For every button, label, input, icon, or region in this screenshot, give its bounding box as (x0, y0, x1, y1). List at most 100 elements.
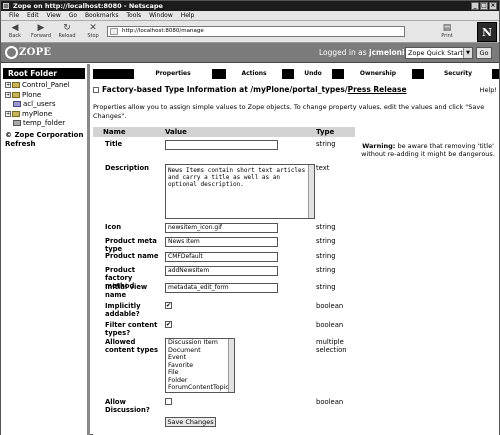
prop-label: Product name (105, 252, 159, 260)
initial-view-input[interactable]: metadata_edit_form (165, 283, 278, 293)
tab-actions[interactable]: Actions (225, 69, 283, 79)
reload-button[interactable]: ↻ Reload (57, 23, 77, 39)
help-link[interactable]: Help! (480, 84, 497, 96)
prop-type: multiple selection (316, 338, 347, 354)
list-item[interactable]: File (168, 369, 234, 377)
forward-button[interactable]: ▶ Forward (31, 23, 51, 39)
tab-properties[interactable]: Properties (133, 69, 213, 79)
prop-label: Allow Discussion? (105, 398, 150, 414)
type-info-icon (93, 87, 99, 93)
list-item[interactable]: Event (168, 354, 234, 362)
prop-type: string (316, 283, 336, 291)
list-item[interactable]: Discussion Item (168, 339, 234, 347)
copyright-icon: © (5, 130, 12, 139)
list-item[interactable]: ForumContentTopic (168, 384, 234, 392)
press-release-link[interactable]: Press Release (348, 85, 407, 94)
menu-edit[interactable]: Edit (27, 12, 39, 19)
close-icon[interactable]: × (489, 2, 497, 10)
expand-icon[interactable]: + (5, 82, 11, 88)
go-button[interactable]: Go (476, 47, 492, 59)
app-icon (3, 3, 9, 9)
title-warning: Warning: be aware that removing 'title' … (361, 142, 495, 158)
back-arrow-icon: ◀ (11, 23, 19, 33)
prop-label: Product meta type (105, 237, 157, 253)
tab-ownership[interactable]: Ownership (343, 69, 413, 79)
netscape-logo: N (477, 22, 497, 42)
prop-type: string (316, 252, 336, 260)
menu-bar: File Edit View Go Bookmarks Tools Window… (1, 11, 499, 21)
prop-type: boolean (316, 302, 344, 310)
print-button[interactable]: ▤ Print (437, 23, 457, 39)
username: jcmeloni (369, 48, 405, 57)
stop-icon: ✕ (89, 23, 97, 33)
description-textarea[interactable]: News Items contain short text articles a… (165, 164, 315, 219)
quick-start-select[interactable]: Zope Quick Start ▼ (405, 47, 473, 59)
folder-icon (12, 82, 20, 88)
list-item[interactable]: Document (168, 347, 234, 355)
menu-help[interactable]: Help (181, 12, 195, 19)
page-icon (110, 28, 118, 35)
filter-content-types-checkbox[interactable]: ✔ (165, 321, 172, 328)
navigation-tree: Root Folder + Control_Panel + Plone acl_us… (1, 64, 90, 435)
maximize-icon[interactable]: □ (480, 2, 488, 10)
implicitly-addable-checkbox[interactable]: ✔ (165, 302, 172, 309)
expand-icon[interactable]: + (5, 110, 11, 117)
printer-icon: ▤ (442, 23, 452, 33)
prop-label: Allowed content types (105, 338, 159, 354)
menu-file[interactable]: File (9, 12, 19, 19)
prop-type: string (316, 266, 336, 274)
folder-icon (12, 91, 20, 98)
tree-item-acl-users[interactable]: acl_users (5, 100, 87, 110)
prop-type: boolean (316, 321, 344, 329)
icon-input[interactable]: newsitem_icon.gif (165, 223, 278, 233)
scrollbar[interactable] (228, 339, 234, 392)
temp-folder-icon (13, 120, 21, 126)
zope-ring-icon (5, 46, 18, 59)
tree-item-temp-folder[interactable]: temp_folder (5, 119, 87, 129)
allow-discussion-checkbox[interactable] (165, 398, 172, 405)
url-input[interactable]: http://localhost:8080/manage (107, 26, 405, 37)
tab-security[interactable]: Security (423, 69, 493, 79)
tab-undo[interactable]: Undo (293, 69, 333, 79)
tree-item-plone[interactable]: + Plone (5, 91, 87, 101)
menu-window[interactable]: Window (149, 12, 173, 19)
title-input[interactable] (165, 140, 278, 150)
stop-button[interactable]: ✕ Stop (83, 23, 103, 39)
list-item[interactable]: Folder (168, 377, 234, 385)
url-text: http://localhost:8080/manage (122, 28, 204, 34)
product-meta-type-input[interactable]: News Item (165, 237, 278, 247)
main-content: Properties Actions Undo Ownership Securi… (93, 64, 499, 435)
browser-toolbar: ◀ Back ▶ Forward ↻ Reload ✕ Stop http://loca… (1, 21, 499, 43)
tree-item-myplone[interactable]: + myPlone (5, 110, 87, 120)
allowed-content-types-select[interactable]: Discussion Item Document Event Favorite … (165, 338, 235, 393)
back-button[interactable]: ◀ Back (5, 23, 25, 39)
prop-type: text (316, 164, 330, 172)
list-item[interactable]: Favorite (168, 362, 234, 370)
scrollbar[interactable] (308, 165, 314, 218)
factory-method-input[interactable]: addNewsItem (165, 266, 278, 276)
menu-view[interactable]: View (47, 12, 61, 19)
tree-item-control-panel[interactable]: + Control_Panel (5, 81, 87, 91)
expand-icon[interactable]: + (5, 91, 11, 98)
zmi-header: ZOPE Logged in as jcmeloni Zope Quick St… (1, 43, 499, 63)
window-titlebar: Zope on http://localhost:8080 - Netscape… (1, 1, 499, 11)
folder-icon (12, 110, 20, 117)
menu-bookmarks[interactable]: Bookmarks (85, 12, 119, 19)
save-changes-button[interactable]: Save Changes (165, 417, 216, 427)
product-name-input[interactable]: CMFDefault (165, 252, 278, 262)
chevron-down-icon: ▼ (463, 48, 472, 58)
prop-type: boolean (316, 398, 344, 406)
root-folder-link[interactable]: Root Folder (3, 68, 85, 79)
reload-icon: ↻ (63, 23, 71, 33)
minimize-icon[interactable]: _ (471, 2, 479, 10)
refresh-link[interactable]: Refresh (5, 140, 87, 150)
menu-go[interactable]: Go (69, 12, 77, 19)
prop-label: Title (105, 140, 123, 148)
zope-logo: ZOPE (5, 46, 51, 60)
forward-arrow-icon: ▶ (37, 23, 45, 33)
window-title: Zope on http://localhost:8080 - Netscape (13, 2, 163, 10)
tab-bar: Properties Actions Undo Ownership Securi… (93, 69, 499, 79)
menu-tools[interactable]: Tools (126, 12, 141, 19)
prop-type: string (316, 140, 336, 148)
zope-corporation-link[interactable]: © Zope Corporation (5, 131, 87, 141)
